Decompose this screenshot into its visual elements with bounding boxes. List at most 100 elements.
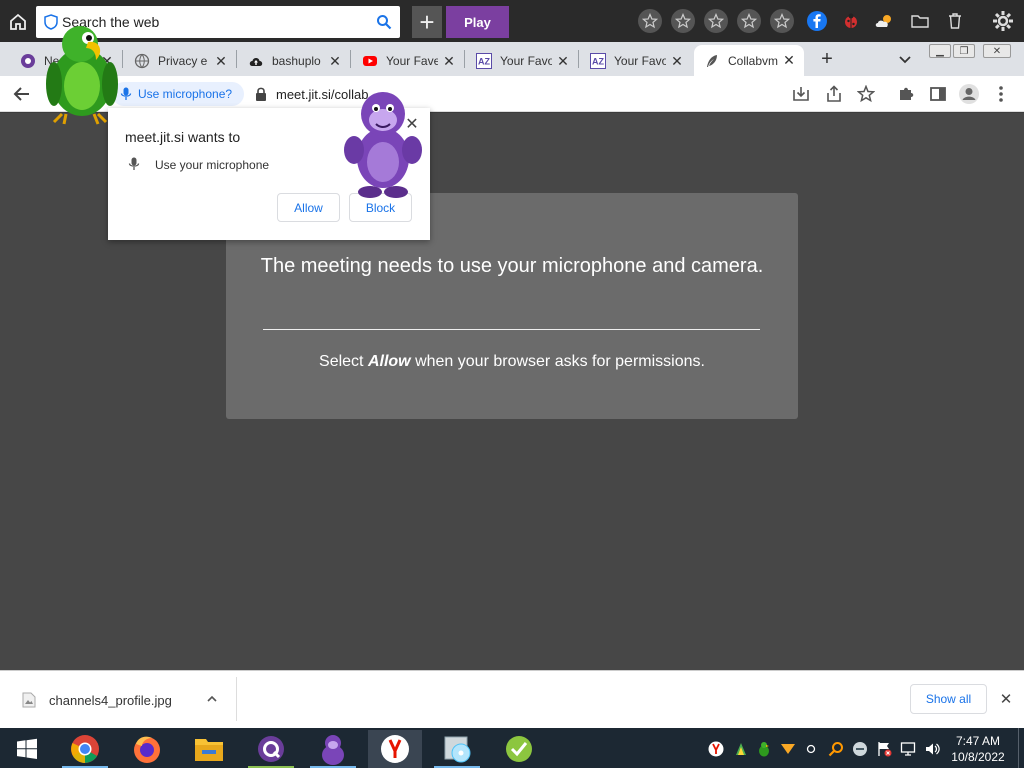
weather-button[interactable] xyxy=(873,9,897,33)
tray-flag-icon[interactable] xyxy=(876,741,892,757)
close-icon[interactable]: ✕ xyxy=(782,52,796,68)
download-icon xyxy=(793,87,809,101)
restore-button[interactable]: ❐ xyxy=(953,44,975,58)
taskbar-firefox[interactable] xyxy=(120,730,174,768)
az-icon: AZ xyxy=(476,53,492,69)
svg-text:AZ: AZ xyxy=(478,57,490,67)
popup-permission-text: Use your microphone xyxy=(155,158,270,172)
favorite-slot-1[interactable] xyxy=(638,9,662,33)
ladybug-button[interactable] xyxy=(839,9,863,33)
search-icon xyxy=(377,15,392,30)
home-button[interactable] xyxy=(4,8,32,36)
share-icon xyxy=(827,85,841,102)
favorite-slot-5[interactable] xyxy=(770,9,794,33)
star-icon xyxy=(708,13,724,29)
card-subtitle: Select Allow when your browser asks for … xyxy=(256,353,768,371)
tray-bamboo-icon[interactable] xyxy=(733,741,749,757)
tab-search-button[interactable] xyxy=(896,50,914,68)
close-icon: ✕ xyxy=(999,691,1013,708)
play-button[interactable]: Play xyxy=(446,6,509,38)
system-clock[interactable]: 7:47 AM 10/8/2022 xyxy=(946,733,1010,765)
share-button[interactable] xyxy=(825,85,843,103)
tab-title: bashuplo xyxy=(272,54,321,68)
tab-4[interactable]: Your Fave ✕ xyxy=(352,46,464,76)
search-button[interactable] xyxy=(368,6,400,38)
extensions-button[interactable] xyxy=(897,85,915,103)
show-desktop-button[interactable] xyxy=(1018,728,1024,768)
mic-permission-chip[interactable]: Use microphone? xyxy=(112,82,244,106)
show-all-button[interactable]: Show all xyxy=(910,684,987,714)
back-button[interactable] xyxy=(12,85,32,103)
close-icon[interactable]: ✕ xyxy=(328,53,342,69)
popup-title: meet.jit.si wants to xyxy=(125,129,241,145)
tab-5[interactable]: AZ Your Favo ✕ xyxy=(466,46,578,76)
profile-button[interactable] xyxy=(958,83,980,105)
ladybug-icon xyxy=(845,13,857,28)
taskbar-yandex[interactable] xyxy=(368,730,422,768)
close-icon[interactable]: ✕ xyxy=(670,53,684,69)
chevron-down-icon xyxy=(899,56,911,64)
taskbar-media-app[interactable] xyxy=(430,730,484,768)
start-button[interactable] xyxy=(16,738,38,760)
close-window-button[interactable]: ✕ xyxy=(983,44,1011,58)
taskbar-bonzi[interactable] xyxy=(306,730,360,768)
trash-button[interactable] xyxy=(943,9,967,33)
close-icon[interactable]: ✕ xyxy=(442,53,456,69)
new-tab-button[interactable]: + xyxy=(816,48,838,70)
tray-network-icon[interactable] xyxy=(900,741,916,757)
microphone-icon xyxy=(120,87,132,100)
favorite-slot-3[interactable] xyxy=(704,9,728,33)
tray-minus-icon[interactable] xyxy=(852,741,868,757)
settings-button[interactable] xyxy=(991,9,1015,33)
tab-title: Collabvm xyxy=(728,53,778,68)
bonzi-buddy-mascot[interactable] xyxy=(340,88,426,200)
tray-parrot-icon[interactable] xyxy=(756,741,772,757)
folder-icon xyxy=(911,15,929,28)
tab-2[interactable]: Privacy e ✕ xyxy=(124,46,236,76)
green-check-icon xyxy=(506,736,532,762)
minimize-button[interactable]: ▁ xyxy=(929,44,951,58)
tab-divider xyxy=(578,50,579,68)
facebook-button[interactable] xyxy=(805,9,829,33)
lock-icon[interactable] xyxy=(254,86,268,102)
tray-triangle-icon[interactable] xyxy=(780,741,796,757)
tab-7-active[interactable]: Collabvm ✕ xyxy=(694,45,804,76)
add-button[interactable]: + xyxy=(412,6,442,38)
circle-q-icon xyxy=(258,736,284,762)
microphone-icon xyxy=(128,157,140,171)
favorite-slot-4[interactable] xyxy=(737,9,761,33)
youtube-icon xyxy=(363,56,377,66)
sub-prefix: Select xyxy=(319,353,368,370)
tray-show-hidden-icon[interactable] xyxy=(804,741,820,757)
menu-button[interactable] xyxy=(996,85,1006,103)
avatar-icon xyxy=(959,84,979,104)
shelf-divider xyxy=(236,677,237,721)
minimize-icon: ▁ xyxy=(936,45,944,57)
close-shelf-button[interactable]: ✕ xyxy=(998,691,1014,708)
card-divider xyxy=(263,329,760,330)
bookmark-button[interactable] xyxy=(857,85,875,103)
folder-button[interactable] xyxy=(908,9,932,33)
parrot-mascot[interactable] xyxy=(44,22,120,126)
tray-search-icon[interactable] xyxy=(828,741,844,757)
close-icon[interactable]: ✕ xyxy=(214,53,228,69)
download-options-button[interactable] xyxy=(205,692,219,706)
feather-icon xyxy=(707,54,717,67)
home-icon xyxy=(10,13,26,30)
tab-3[interactable]: bashuplo ✕ xyxy=(238,46,350,76)
close-icon[interactable]: ✕ xyxy=(556,53,570,69)
tray-yandex-icon[interactable] xyxy=(708,741,724,757)
taskbar-file-explorer[interactable] xyxy=(182,730,236,768)
windows-logo-icon xyxy=(17,738,37,759)
tab-6[interactable]: AZ Your Favo ✕ xyxy=(580,46,692,76)
taskbar-app-4[interactable] xyxy=(244,730,298,768)
tray-volume-icon[interactable] xyxy=(924,741,940,757)
star-icon xyxy=(741,13,757,29)
taskbar-chrome[interactable] xyxy=(58,730,112,768)
favorite-slot-2[interactable] xyxy=(671,9,695,33)
download-filename[interactable]: channels4_profile.jpg xyxy=(49,693,172,708)
taskbar-app-8[interactable] xyxy=(492,730,546,768)
install-button[interactable] xyxy=(792,85,810,103)
allow-button[interactable]: Allow xyxy=(277,193,340,222)
side-panel-button[interactable] xyxy=(929,85,947,103)
